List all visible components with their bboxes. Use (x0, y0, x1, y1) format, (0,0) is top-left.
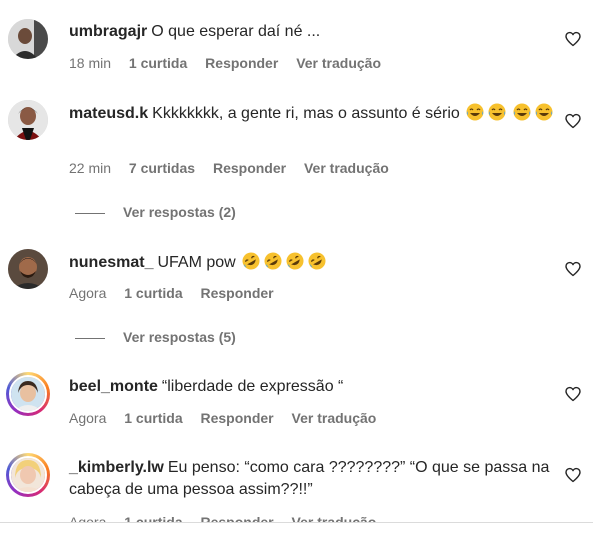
timestamp: 18 min (69, 55, 112, 71)
comment-meta: Agora 1 curtida Responder Ver tradução (69, 410, 390, 426)
reply-button[interactable]: Responder (201, 285, 274, 301)
rofl-emoji-icon (264, 252, 283, 270)
likes-count[interactable]: 1 curtida (124, 285, 182, 301)
comment-text: Kkkkkkkk, a gente ri, mas o assunto é sé… (152, 105, 460, 122)
translate-button[interactable]: Ver tradução (292, 410, 377, 426)
rofl-emoji-icon (308, 252, 327, 270)
rofl-emoji-icon (242, 252, 261, 270)
view-replies-label: Ver respostas (5) (123, 329, 236, 345)
comment-text: UFAM pow (157, 254, 236, 271)
comment-text-block: mateusd.k Kkkkkkkk, a gente ri, mas o ass… (69, 103, 559, 125)
replies-divider-line (75, 337, 105, 339)
heart-icon[interactable] (565, 113, 581, 129)
comment-text: “liberdade de expressão “ (161, 378, 344, 395)
timestamp: Agora (69, 285, 107, 301)
avatar-story-ring[interactable] (6, 372, 50, 416)
laugh-emoji-icon (488, 103, 507, 121)
comment-text-block: nunesmat_ UFAM pow (69, 252, 559, 274)
laugh-emoji-icon (534, 103, 553, 121)
comment-text-block: _kimberly.lw Eu penso: “como cara ???????… (69, 457, 559, 501)
translate-button[interactable]: Ver tradução (296, 55, 381, 71)
comment-meta: 18 min 1 curtida Responder Ver tradução (69, 55, 395, 71)
translate-button[interactable]: Ver tradução (304, 160, 389, 176)
username-link[interactable]: _kimberly.lw (69, 459, 164, 476)
timestamp: Agora (69, 410, 107, 426)
username-link[interactable]: beel_monte (69, 378, 158, 395)
reply-button[interactable]: Responder (213, 160, 286, 176)
likes-count[interactable]: 1 curtida (129, 55, 187, 71)
comment-text: O que esperar daí né ... (151, 23, 321, 40)
view-replies-label: Ver respostas (2) (123, 204, 236, 220)
comment-meta: Agora 1 curtida Responder (69, 285, 288, 301)
laugh-emoji-icon (512, 103, 531, 121)
avatar[interactable] (8, 249, 48, 289)
reply-button[interactable]: Responder (201, 410, 274, 426)
timestamp: 22 min (69, 160, 112, 176)
likes-count[interactable]: 1 curtida (124, 410, 182, 426)
view-replies-button[interactable]: Ver respostas (5) (75, 329, 236, 345)
heart-icon[interactable] (565, 386, 581, 402)
heart-icon[interactable] (565, 31, 581, 47)
avatar[interactable] (8, 19, 48, 59)
view-replies-button[interactable]: Ver respostas (2) (75, 204, 236, 220)
likes-count[interactable]: 7 curtidas (129, 160, 195, 176)
comment-text-block: umbragajr O que esperar daí né ... (69, 21, 559, 43)
avatar-story-ring[interactable] (6, 453, 50, 497)
username-link[interactable]: umbragajr (69, 23, 147, 40)
replies-divider-line (75, 212, 105, 214)
comment-meta: 22 min 7 curtidas Responder Ver tradução (69, 160, 403, 176)
comment-text-block: beel_monte “liberdade de expressão “ (69, 376, 559, 398)
username-link[interactable]: mateusd.k (69, 105, 148, 122)
reply-button[interactable]: Responder (205, 55, 278, 71)
rofl-emoji-icon (286, 252, 305, 270)
username-link[interactable]: nunesmat_ (69, 254, 153, 271)
heart-icon[interactable] (565, 261, 581, 277)
comment-input-area (0, 523, 593, 542)
avatar[interactable] (8, 100, 48, 140)
heart-icon[interactable] (565, 467, 581, 483)
laugh-emoji-icon (466, 103, 485, 121)
